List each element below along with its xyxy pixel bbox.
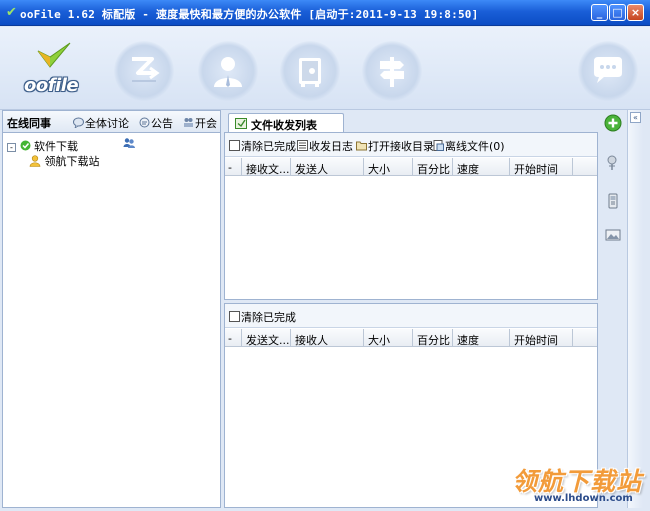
offline-file-icon bbox=[433, 140, 444, 151]
transfer-log-button[interactable]: 收发日志 bbox=[297, 138, 353, 154]
tab-group-discussion[interactable]: 全体讨论 bbox=[73, 115, 129, 131]
send-file-icon bbox=[132, 57, 160, 82]
tree-expander[interactable]: - bbox=[7, 143, 16, 152]
contacts-tabs: 在线同事 全体讨论 公告 开会 bbox=[3, 111, 220, 133]
safe-tool[interactable] bbox=[280, 41, 340, 101]
oofile-logo: oofile bbox=[22, 41, 92, 101]
send-toolbar: 清除已完成 bbox=[225, 304, 597, 328]
receive-panel: 清除已完成 收发日志 打开接收目录 离线文件(0) - 接收文... 发送人 大… bbox=[224, 132, 598, 300]
phone-icon[interactable] bbox=[604, 192, 622, 210]
col-send-start-time[interactable]: 开始时间 bbox=[510, 329, 573, 347]
signpost-tool[interactable] bbox=[362, 41, 422, 101]
group-users-icon[interactable] bbox=[123, 137, 135, 149]
col-send-file[interactable]: 发送文... bbox=[242, 329, 291, 347]
tab-announcement-label: 公告 bbox=[151, 117, 173, 130]
tree-contact-row[interactable]: 领航下载站 bbox=[29, 153, 100, 169]
logo-check-icon bbox=[37, 42, 71, 68]
col-send-percent[interactable]: 百分比 bbox=[413, 329, 453, 347]
col-send-status[interactable]: - bbox=[225, 329, 242, 347]
signpost-icon bbox=[380, 57, 404, 87]
clear-completed-send-button[interactable]: 清除已完成 bbox=[229, 309, 296, 325]
minimize-button[interactable]: _ bbox=[591, 4, 608, 21]
safe-icon bbox=[299, 58, 321, 87]
col-receive-file[interactable]: 接收文... bbox=[242, 158, 291, 176]
tree-group-row[interactable]: - 软件下载 bbox=[7, 138, 78, 154]
tab-group-discussion-label: 全体讨论 bbox=[85, 117, 129, 130]
send-grid-header: - 发送文... 接收人 大小 百分比 速度 开始时间 bbox=[225, 329, 597, 347]
open-receive-folder-label: 打开接收目录 bbox=[368, 140, 434, 153]
chat-bubble-icon bbox=[594, 57, 622, 83]
title-bar[interactable]: ✔ ooFile 1.62 标配版 - 速度最快和最方便的办公软件 [启动于:2… bbox=[0, 0, 650, 26]
col-start-time[interactable]: 开始时间 bbox=[510, 158, 573, 176]
main-toolbar: oofile bbox=[0, 27, 650, 110]
user-icon bbox=[214, 57, 242, 87]
col-receiver[interactable]: 接收人 bbox=[291, 329, 364, 347]
watermark: 领航下载站 www.lhdown.com bbox=[512, 462, 642, 508]
watermark-url: www.lhdown.com bbox=[534, 493, 633, 504]
log-icon bbox=[297, 140, 308, 151]
contacts-tool[interactable] bbox=[198, 41, 258, 101]
tab-file-transfer-label: 文件收发列表 bbox=[251, 119, 317, 132]
col-send-size[interactable]: 大小 bbox=[364, 329, 413, 347]
maximize-button[interactable]: □ bbox=[609, 4, 626, 21]
file-transfer-icon bbox=[235, 118, 247, 129]
tab-announcement[interactable]: 公告 bbox=[139, 115, 173, 131]
main-tabstrip: 文件收发列表 bbox=[224, 112, 598, 133]
transfer-log-label: 收发日志 bbox=[309, 140, 353, 153]
pin-icon[interactable] bbox=[604, 154, 622, 172]
tab-meeting-label: 开会 bbox=[195, 117, 217, 130]
clear-completed-send-label: 清除已完成 bbox=[241, 311, 296, 324]
image-icon[interactable] bbox=[604, 226, 622, 244]
tab-online-colleagues[interactable]: 在线同事 bbox=[7, 115, 51, 131]
col-percent[interactable]: 百分比 bbox=[413, 158, 453, 176]
col-speed[interactable]: 速度 bbox=[453, 158, 510, 176]
folder-icon bbox=[356, 141, 367, 151]
logo-text: oofile bbox=[24, 75, 79, 96]
chat-tool[interactable] bbox=[578, 41, 638, 101]
tree-group-label: 软件下载 bbox=[34, 140, 78, 153]
clear-completed-label: 清除已完成 bbox=[241, 140, 296, 153]
app-icon: ✔ bbox=[6, 5, 17, 20]
sidebar-collapse-strip: « bbox=[627, 110, 643, 508]
clear-completed-button[interactable]: 清除已完成 bbox=[229, 138, 296, 154]
clear-completed-send-checkbox[interactable] bbox=[229, 311, 240, 322]
contact-person-icon bbox=[29, 155, 41, 167]
receive-grid-header: - 接收文... 发送人 大小 百分比 速度 开始时间 bbox=[225, 158, 597, 176]
col-sender[interactable]: 发送人 bbox=[291, 158, 364, 176]
offline-files-label: 离线文件(0) bbox=[445, 140, 505, 153]
add-icon[interactable] bbox=[604, 114, 622, 132]
send-file-tool[interactable] bbox=[114, 41, 174, 101]
col-status[interactable]: - bbox=[225, 158, 242, 176]
announcement-icon bbox=[139, 117, 150, 128]
meeting-icon bbox=[184, 118, 193, 127]
clear-completed-checkbox[interactable] bbox=[229, 140, 240, 151]
col-size[interactable]: 大小 bbox=[364, 158, 413, 176]
right-sidebar bbox=[600, 110, 626, 508]
online-status-icon bbox=[20, 140, 30, 151]
tree-contact-label: 领航下载站 bbox=[44, 155, 100, 168]
receive-toolbar: 清除已完成 收发日志 打开接收目录 离线文件(0) bbox=[225, 133, 597, 157]
tab-meeting[interactable]: 开会 bbox=[183, 115, 217, 131]
close-button[interactable]: × bbox=[627, 4, 644, 21]
open-receive-folder-button[interactable]: 打开接收目录 bbox=[356, 138, 434, 154]
contacts-panel: 在线同事 全体讨论 公告 开会 - 软件下载 领航下载站 bbox=[2, 110, 221, 508]
offline-files-button[interactable]: 离线文件(0) bbox=[433, 138, 505, 154]
window-title: ooFile 1.62 标配版 - 速度最快和最方便的办公软件 [启动于:201… bbox=[20, 8, 479, 21]
collapse-sidebar-button[interactable]: « bbox=[630, 112, 641, 123]
col-send-speed[interactable]: 速度 bbox=[453, 329, 510, 347]
discussion-icon bbox=[73, 117, 84, 128]
tab-file-transfer-list[interactable]: 文件收发列表 bbox=[228, 113, 344, 133]
